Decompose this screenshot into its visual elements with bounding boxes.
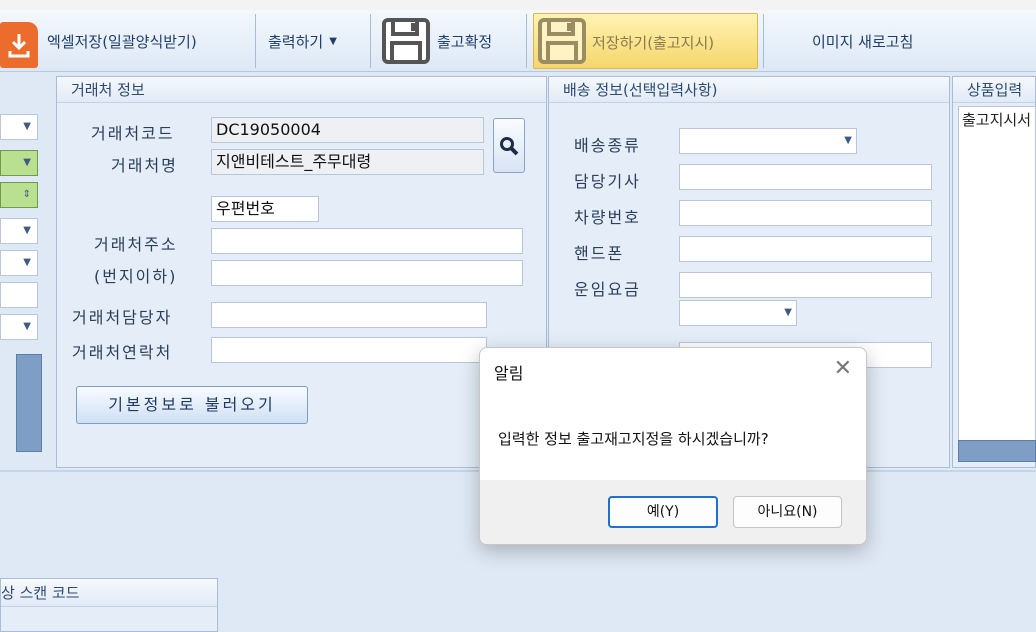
left-combo-5[interactable]: ▼ [0,314,38,340]
toolbar: 엑셀저장(일괄양식받기) 출력하기 ▼ 출고확정 저장하기(출고지시) 이미지 … [0,10,1036,72]
vehicle-label: 차량번호 [574,208,641,227]
dialog-footer: 예(Y) 아니요(N) [480,480,866,544]
floppy-disk-icon [382,18,430,64]
delivery-type-label: 배송종류 [574,136,641,155]
driver-label: 담당기사 [574,172,641,191]
client-code-label: 거래처코드 [91,124,175,143]
fee-combo[interactable]: ▼ [679,300,797,326]
toolbar-separator [763,14,764,68]
print-dropdown-icon: ▼ [329,35,337,47]
alert-dialog: 알림 ✕ 입력한 정보 출고재고지정을 하시겠습니까? 예(Y) 아니요(N) [479,347,867,545]
left-combo-4[interactable]: ▼ [0,250,38,276]
driver-field[interactable] [679,164,932,190]
delivery-type-combo[interactable]: ▼ [679,128,857,154]
phone-field[interactable] [679,236,932,262]
save-release-label: 저장하기(출고지시) [592,34,715,52]
search-icon [500,136,519,155]
zipcode-field[interactable]: 우편번호 [211,196,319,222]
client-name-field[interactable]: 지앤비테스트_주무대령 [211,149,484,175]
excel-save-button[interactable]: 엑셀저장(일괄양식받기) [0,14,250,68]
yes-button[interactable]: 예(Y) [608,496,718,528]
client-manager-field[interactable] [211,302,487,328]
left-scrollbar[interactable] [16,354,42,452]
excel-download-icon [0,22,38,68]
phone-label: 핸드폰 [574,244,625,263]
chevron-down-icon: ▼ [844,135,852,146]
print-button[interactable]: 출력하기 ▼ [268,14,360,68]
product-hscrollbar[interactable] [958,440,1036,462]
print-label: 출력하기 [268,32,324,51]
client-info-header: 거래처 정보 [57,77,546,103]
client-address-field[interactable] [211,228,523,254]
excel-save-label: 엑셀저장(일괄양식받기) [47,32,197,51]
dialog-message: 입력한 정보 출고재고지정을 하시겠습니까? [498,430,769,448]
left-combo-1[interactable]: ▼ [0,114,38,140]
client-name-label: 거래처명 [111,156,178,175]
client-contact-label: 거래처연락처 [72,343,173,362]
close-icon[interactable]: ✕ [834,356,852,381]
confirm-release-button[interactable]: 출고확정 [382,14,522,68]
chevron-down-icon: ▼ [784,307,792,318]
client-address-label: 거래처주소 [94,235,178,254]
client-manager-label: 거래처담당자 [72,308,173,327]
client-address-detail-field[interactable] [211,260,523,286]
window-top-strip [0,0,1036,10]
toolbar-separator [370,14,371,68]
toolbar-separator [526,14,527,68]
left-spinner[interactable]: ⇕ [0,182,38,208]
confirm-release-label: 출고확정 [437,32,493,51]
left-field[interactable] [0,282,38,308]
left-combo-3[interactable]: ▼ [0,218,38,244]
floppy-disk-icon [538,18,586,64]
fee-field[interactable] [679,272,932,298]
client-address-sub-label: (번지이하) [94,267,178,286]
delivery-info-header: 배송 정보(선택입력사항) [549,77,949,103]
left-combo-2[interactable]: ▼ [0,150,38,176]
scan-code-panel: 상 스캔 코드 [0,578,218,632]
scan-code-header: 상 스캔 코드 [1,579,217,607]
save-release-button[interactable]: 저장하기(출고지시) [533,13,758,69]
fee-label: 운임요금 [574,280,641,299]
no-button[interactable]: 아니요(N) [733,496,842,528]
client-code-field[interactable]: DC19050004 [211,117,484,143]
product-textarea[interactable]: 출고지시서 [958,106,1036,442]
search-button[interactable] [493,118,525,173]
refresh-image-button[interactable]: 이미지 새로고침 [812,14,962,68]
vehicle-field[interactable] [679,200,932,226]
product-input-header: 상품입력 [953,77,1035,103]
refresh-image-label: 이미지 새로고침 [812,32,914,51]
load-basic-info-button[interactable]: 기본정보로 불러오기 [76,386,308,424]
client-contact-field[interactable] [211,337,487,363]
toolbar-separator [255,14,256,68]
dialog-title: 알림 [494,364,524,383]
